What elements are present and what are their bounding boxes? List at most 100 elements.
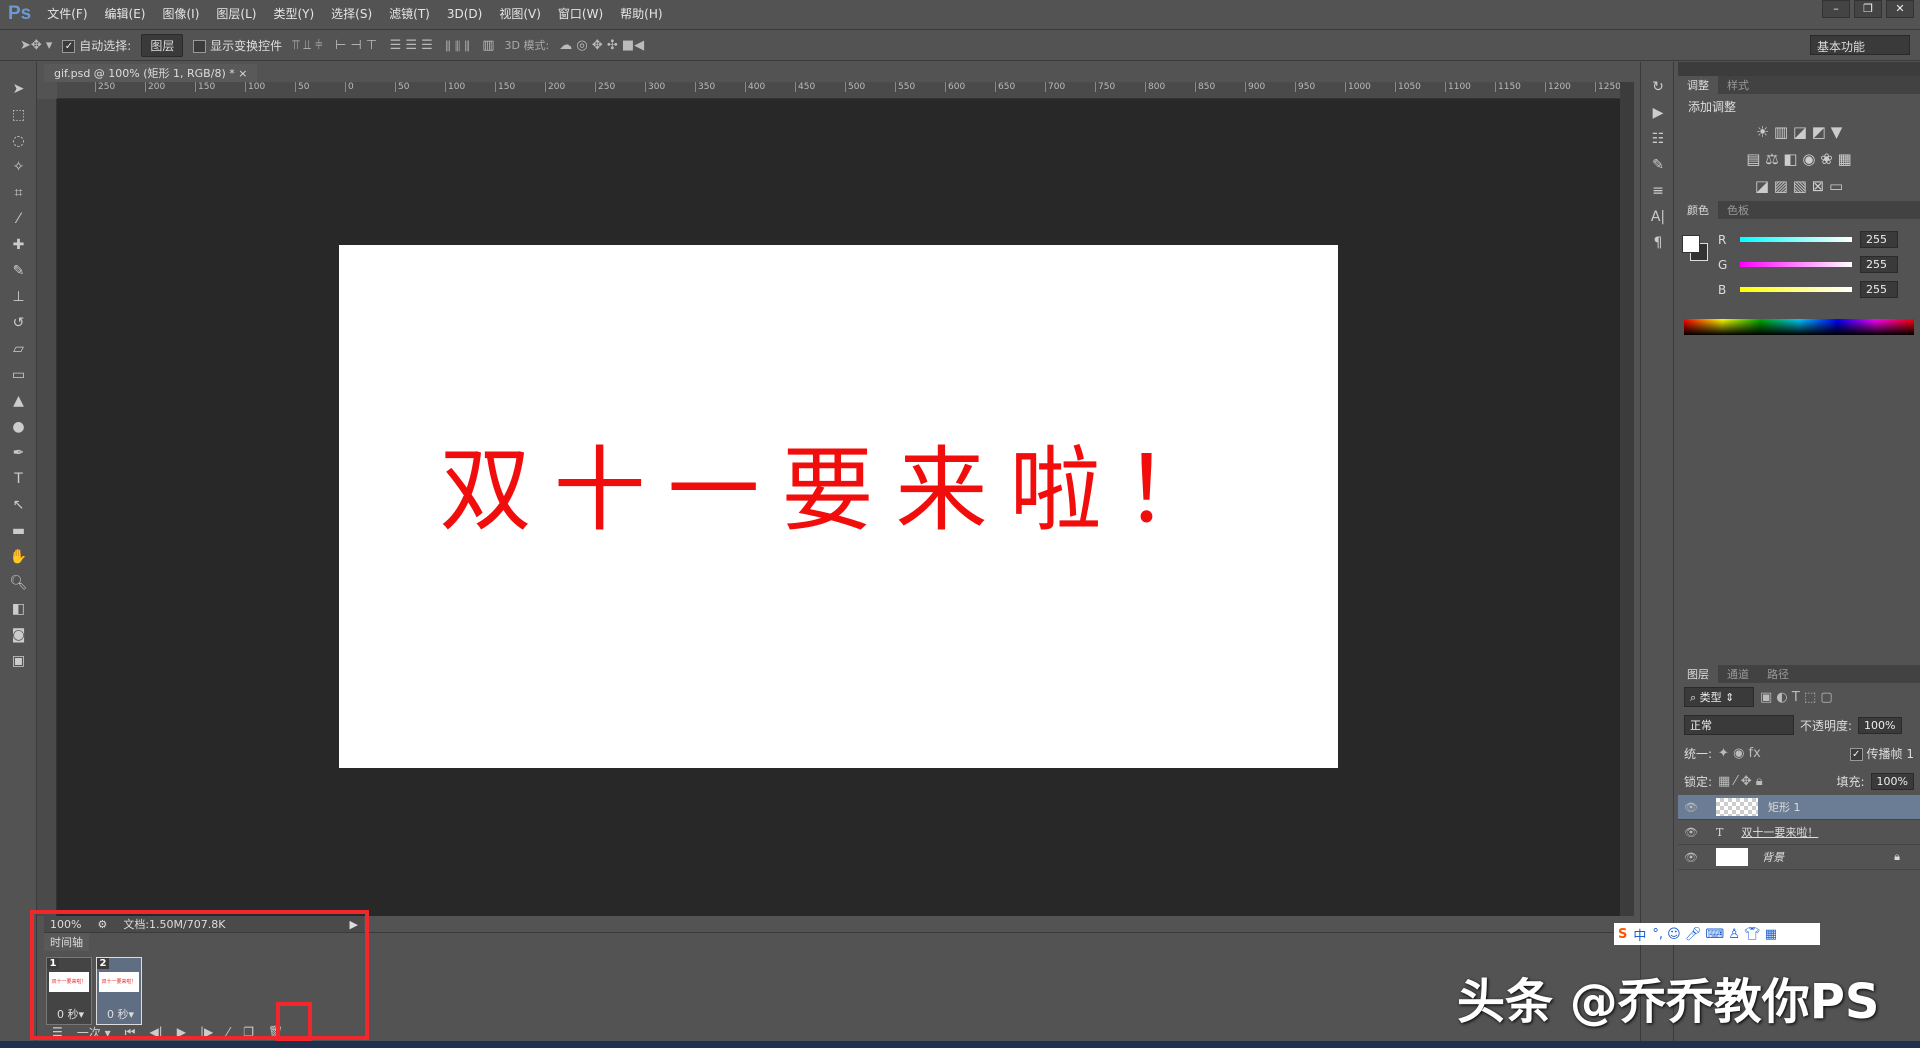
hand-tool-icon[interactable]: ✋ xyxy=(0,544,37,570)
zoom-tool-icon[interactable]: 🔍︎ xyxy=(0,570,37,596)
tab-paths[interactable]: 路径 xyxy=(1758,665,1798,683)
document-tab[interactable]: gif.psd @ 100% (矩形 1, RGB/8) * × xyxy=(44,64,258,82)
filter-icons[interactable]: ▣ ◐ T ⬚ ▢ xyxy=(1760,690,1833,705)
document-canvas[interactable]: 双十一要来啦！ xyxy=(339,245,1338,768)
gradient-tool-icon[interactable]: ▭ xyxy=(0,362,37,388)
auto-select-dropdown[interactable]: 图层 xyxy=(141,33,184,57)
blur-tool-icon[interactable]: ▲ xyxy=(0,388,37,414)
history-brush-icon[interactable]: ↺ xyxy=(0,310,37,336)
move-tool-icon[interactable]: ➤✥ ▾ xyxy=(20,38,52,53)
ruler-tick: 200 xyxy=(145,82,195,92)
eye-icon[interactable]: 👁︎ xyxy=(1678,801,1704,814)
align-icons[interactable]: ⫪ ⫫ ⫩ ⊢ ⊣ ⊤ ☰ ☰ ☰ ⫴ ⫴ ⫴ ▥ xyxy=(292,38,494,53)
lock-icons[interactable]: ▦ ⁄ ✥ 🔒︎ xyxy=(1718,774,1763,789)
show-transform-checkbox[interactable]: 显示变换控件 xyxy=(193,37,282,54)
3d-mode-icons[interactable]: ☁ ◎ ✥ ✣ ■◀ xyxy=(559,38,644,53)
actions-icon[interactable]: ▶ xyxy=(1641,100,1675,126)
adjustment-icons[interactable]: ☀ ▥ ◪ ◩ ▼ ▤ ⚖ ◧ ◉ ❀ ▦ ◪ ▨ ▧ ⊠ ▭ xyxy=(1678,119,1920,201)
color-swatches-icon[interactable]: ◧ xyxy=(0,596,37,622)
eye-icon[interactable]: 👁︎ xyxy=(1678,851,1704,864)
propagate-checkbox[interactable]: ✓ 传播帧 1 xyxy=(1849,745,1914,762)
minimize-button[interactable]: – xyxy=(1822,0,1850,18)
ruler-tick: 1250 xyxy=(1595,82,1620,92)
dodge-tool-icon[interactable]: ● xyxy=(0,414,37,440)
menu-type[interactable]: 类型(Y) xyxy=(273,5,314,22)
type-tool-icon[interactable]: T xyxy=(0,466,37,492)
b-slider[interactable] xyxy=(1740,287,1852,292)
lasso-tool-icon[interactable]: ◌ xyxy=(0,128,37,154)
vertical-scrollbar[interactable] xyxy=(1620,82,1634,916)
tab-channels[interactable]: 通道 xyxy=(1718,665,1758,683)
menu-select[interactable]: 选择(S) xyxy=(331,5,372,22)
layer-row-text[interactable]: 👁︎ T 双十一要来啦！ xyxy=(1678,820,1920,845)
close-button[interactable]: ✕ xyxy=(1886,0,1914,18)
auto-select-checkbox[interactable]: ✓ 自动选择: xyxy=(62,37,131,54)
ime-mode[interactable]: 中 xyxy=(1633,925,1646,944)
tab-color[interactable]: 颜色 xyxy=(1678,201,1718,219)
shape-tool-icon[interactable]: ▬ xyxy=(0,518,37,544)
menu-filter[interactable]: 滤镜(T) xyxy=(389,5,430,22)
blend-mode-dropdown[interactable]: 正常 xyxy=(1684,715,1794,735)
move-tool-icon[interactable]: ➤ xyxy=(0,76,37,102)
ruler-tick: 850 xyxy=(1195,82,1245,92)
opacity-input[interactable]: 100% xyxy=(1858,716,1902,734)
menu-edit[interactable]: 编辑(E) xyxy=(105,5,146,22)
menu-window[interactable]: 窗口(W) xyxy=(558,5,603,22)
paragraph-icon[interactable]: ¶ xyxy=(1641,230,1675,256)
history-icon[interactable]: ↻ xyxy=(1641,74,1675,100)
layer-row-background[interactable]: 👁︎ 背景 🔒︎ xyxy=(1678,845,1920,870)
brush-presets-icon[interactable]: ≡ xyxy=(1641,178,1675,204)
layer-row-rectangle[interactable]: 👁︎ 矩形 1 xyxy=(1678,795,1920,820)
brush-tool-icon[interactable]: ✎ xyxy=(0,258,37,284)
foreground-color-swatch[interactable] xyxy=(1682,235,1700,253)
g-value-input[interactable]: 255 xyxy=(1860,256,1898,273)
ruler-tick: 100 xyxy=(245,82,295,92)
restore-button[interactable]: ❐ xyxy=(1854,0,1882,18)
crop-tool-icon[interactable]: ⌗ xyxy=(0,180,37,206)
character-icon[interactable]: A| xyxy=(1641,204,1675,230)
menu-image[interactable]: 图像(I) xyxy=(162,5,199,22)
g-slider[interactable] xyxy=(1740,262,1852,267)
screen-mode-icon[interactable]: ▣ xyxy=(0,648,37,674)
eyedropper-icon[interactable]: ⁄ xyxy=(0,206,37,232)
ruler-tick: 1100 xyxy=(1445,82,1495,92)
eye-icon[interactable]: 👁︎ xyxy=(1678,826,1704,839)
tab-swatches[interactable]: 色板 xyxy=(1718,201,1758,219)
r-value-input[interactable]: 255 xyxy=(1860,231,1898,248)
menu-help[interactable]: 帮助(H) xyxy=(620,5,662,22)
menu-view[interactable]: 视图(V) xyxy=(499,5,541,22)
pen-tool-icon[interactable]: ✒ xyxy=(0,440,37,466)
eraser-icon[interactable]: ▱ xyxy=(0,336,37,362)
b-value-input[interactable]: 255 xyxy=(1860,281,1898,298)
tab-styles[interactable]: 样式 xyxy=(1718,76,1758,94)
close-tab-icon[interactable]: × xyxy=(238,67,247,80)
healing-brush-icon[interactable]: ✚ xyxy=(0,232,37,258)
ime-icons[interactable]: °, ☺ 🎤︎ ⌨ ♙ 👕︎ ▦ xyxy=(1652,927,1777,942)
properties-icon[interactable]: ☷ xyxy=(1641,126,1675,152)
magic-wand-icon[interactable]: ✧ xyxy=(0,154,37,180)
workspace-dropdown[interactable]: 基本功能 xyxy=(1810,35,1910,55)
r-slider[interactable] xyxy=(1740,237,1852,242)
tab-layers[interactable]: 图层 xyxy=(1678,665,1718,683)
fill-input[interactable]: 100% xyxy=(1870,772,1914,790)
unify-icons[interactable]: ✦ ◉ fx xyxy=(1718,746,1761,761)
ruler-tick: 950 xyxy=(1295,82,1345,92)
brush-panel-icon[interactable]: ✎ xyxy=(1641,152,1675,178)
ime-toolbar[interactable]: S 中 °, ☺ 🎤︎ ⌨ ♙ 👕︎ ▦ xyxy=(1614,923,1820,945)
menu-3d[interactable]: 3D(D) xyxy=(447,7,482,21)
stamp-tool-icon[interactable]: ⊥ xyxy=(0,284,37,310)
layer-filter-dropdown[interactable]: ⌕ 类型 ⇕ xyxy=(1684,687,1754,707)
ruler-tick: 150 xyxy=(195,82,245,92)
marquee-tool-icon[interactable]: ⬚ xyxy=(0,102,37,128)
lock-label: 锁定: xyxy=(1684,774,1713,789)
menu-layer[interactable]: 图层(L) xyxy=(216,5,256,22)
tab-adjustments[interactable]: 调整 xyxy=(1678,76,1718,94)
channel-label: G xyxy=(1718,258,1728,272)
ruler-tick: 0 xyxy=(345,82,395,92)
color-spectrum[interactable] xyxy=(1684,319,1914,335)
menu-file[interactable]: 文件(F) xyxy=(47,5,87,22)
options-bar: ➤✥ ▾ ✓ 自动选择: 图层 显示变换控件 ⫪ ⫫ ⫩ ⊢ ⊣ ⊤ ☰ ☰ ☰… xyxy=(0,29,1920,61)
path-select-icon[interactable]: ↖ xyxy=(0,492,37,518)
quick-mask-icon[interactable]: ◙ xyxy=(0,622,37,648)
menu-bar: Ps 文件(F) 编辑(E) 图像(I) 图层(L) 类型(Y) 选择(S) 滤… xyxy=(0,0,1920,27)
